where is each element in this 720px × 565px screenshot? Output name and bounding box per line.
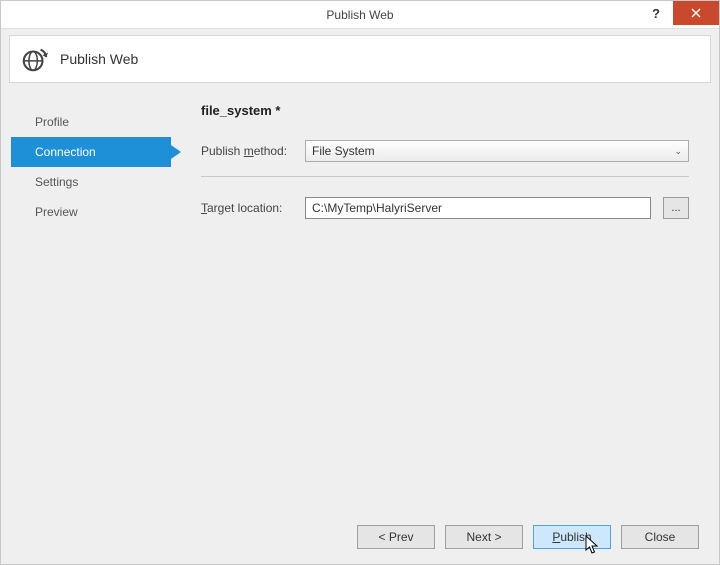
publish-method-select[interactable]: File System ⌄ (305, 140, 689, 162)
sidebar-item-label: Settings (35, 175, 78, 189)
next-button[interactable]: Next > (445, 525, 523, 549)
chevron-down-icon: ⌄ (674, 146, 682, 157)
sidebar-item-label: Preview (35, 205, 78, 219)
header-band: Publish Web (9, 35, 711, 83)
sidebar-item-profile[interactable]: Profile (11, 107, 171, 137)
wizard-sidebar: Profile Connection Settings Preview (11, 97, 171, 510)
target-location-label: Target location: (201, 201, 293, 215)
footer-buttons: < Prev Next > Publish Close (1, 510, 719, 564)
target-location-row: Target location: ... (201, 197, 689, 219)
profile-name-label: file_system * (201, 103, 689, 118)
help-button[interactable]: ? (639, 1, 673, 25)
publish-method-value: File System (312, 144, 375, 158)
content-area: Profile Connection Settings Preview file… (1, 83, 719, 510)
separator (201, 176, 689, 177)
close-dialog-button[interactable]: Close (621, 525, 699, 549)
publish-button[interactable]: Publish (533, 525, 611, 549)
close-icon (691, 8, 701, 18)
publish-web-dialog: Publish Web ? Publish Web Profile (0, 0, 720, 565)
window-title: Publish Web (326, 8, 393, 22)
publish-method-label: Publish method: (201, 144, 293, 158)
main-panel: file_system * Publish method: File Syste… (171, 97, 709, 510)
sidebar-item-connection[interactable]: Connection (11, 137, 171, 167)
browse-button[interactable]: ... (663, 197, 689, 219)
publish-method-row: Publish method: File System ⌄ (201, 140, 689, 162)
close-button[interactable] (673, 1, 719, 25)
titlebar-buttons: ? (639, 1, 719, 25)
titlebar: Publish Web ? (1, 1, 719, 29)
globe-publish-icon (20, 44, 50, 74)
sidebar-item-preview[interactable]: Preview (11, 197, 171, 227)
target-location-input[interactable] (305, 197, 651, 219)
prev-button[interactable]: < Prev (357, 525, 435, 549)
sidebar-item-settings[interactable]: Settings (11, 167, 171, 197)
header-title: Publish Web (60, 51, 138, 67)
sidebar-item-label: Profile (35, 115, 69, 129)
sidebar-item-label: Connection (35, 145, 96, 159)
